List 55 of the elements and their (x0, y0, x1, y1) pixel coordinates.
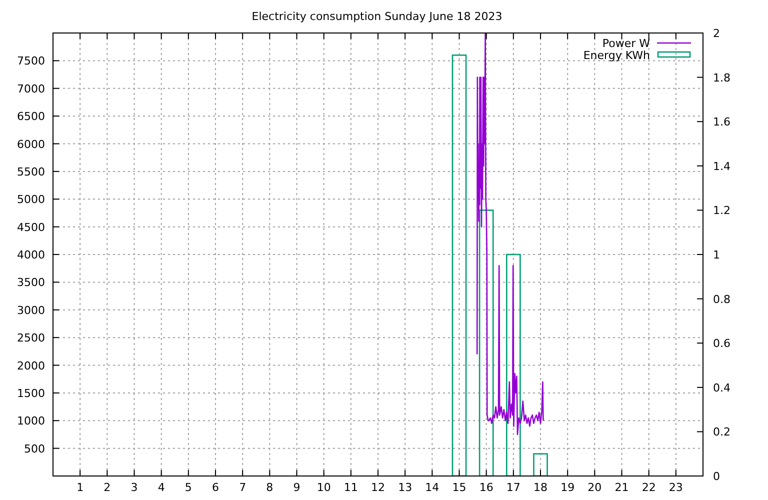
y-tick-label: 7000 (17, 82, 45, 96)
y2-tick-label: 1 (713, 248, 720, 262)
legend-label: Power W (602, 37, 650, 50)
x-tick-label: 5 (184, 481, 192, 494)
x-tick-label: 16 (479, 481, 494, 494)
y-tick-label: 500 (24, 442, 45, 456)
y-tick-label: 2000 (17, 359, 45, 372)
y-tick-label: 6500 (17, 110, 45, 124)
energy-bar (533, 453, 548, 476)
x-tick-label: 9 (293, 481, 300, 494)
y2-tick-label: 1.4 (713, 160, 730, 173)
y2-tick-label: 2 (713, 27, 720, 40)
x-tick-label: 4 (158, 481, 165, 494)
legend-line-icon (657, 42, 691, 44)
y2-tick-label: 0.6 (713, 337, 730, 350)
x-tick-label: 19 (560, 481, 575, 494)
x-tick-label: 3 (130, 481, 138, 494)
y2-tick-label: 1.8 (713, 71, 730, 84)
y-tick-label: 4000 (17, 248, 45, 262)
x-tick-label: 13 (398, 481, 412, 494)
legend-label: Energy KWh (583, 49, 650, 62)
y-tick-label: 2500 (17, 332, 45, 345)
x-tick-label: 10 (316, 481, 331, 494)
x-tick-label: 20 (588, 481, 602, 494)
y2-tick-label: 1.2 (713, 204, 730, 218)
y-tick-label: 4500 (17, 220, 45, 234)
x-tick-label: 21 (614, 481, 629, 494)
y-tick-label: 5000 (17, 193, 45, 206)
x-tick-label: 6 (212, 481, 219, 494)
chart-title: Electricity consumption Sunday June 18 2023 (252, 10, 502, 23)
y2-tick-label: 0.8 (713, 292, 730, 306)
x-tick-label: 1 (76, 481, 84, 494)
x-tick-label: 22 (642, 481, 656, 494)
x-tick-label: 11 (344, 481, 358, 494)
y-tick-label: 5500 (17, 165, 45, 178)
y-tick-label: 6000 (17, 138, 45, 151)
y-tick-label: 1500 (17, 386, 45, 400)
x-tick-label: 23 (668, 481, 683, 494)
x-tick-label: 14 (425, 481, 440, 494)
x-tick-label: 12 (371, 481, 385, 494)
y2-tick-label: 0.4 (713, 381, 730, 394)
y-tick-label: 3000 (17, 304, 45, 317)
x-tick-label: 7 (239, 481, 246, 494)
x-tick-label: 15 (452, 481, 466, 494)
y2-tick-label: 1.6 (713, 116, 730, 129)
x-tick-label: 8 (266, 481, 274, 494)
x-tick-label: 2 (104, 481, 111, 494)
legend-box-icon (657, 51, 691, 58)
x-tick-label: 17 (506, 481, 520, 494)
y2-tick-label: 0 (713, 470, 720, 483)
y-tick-label: 7500 (17, 54, 45, 68)
y-tick-label: 3500 (17, 276, 45, 290)
y-tick-label: 1000 (17, 414, 45, 428)
y2-tick-label: 0.2 (713, 426, 730, 439)
x-tick-label: 18 (534, 481, 548, 494)
